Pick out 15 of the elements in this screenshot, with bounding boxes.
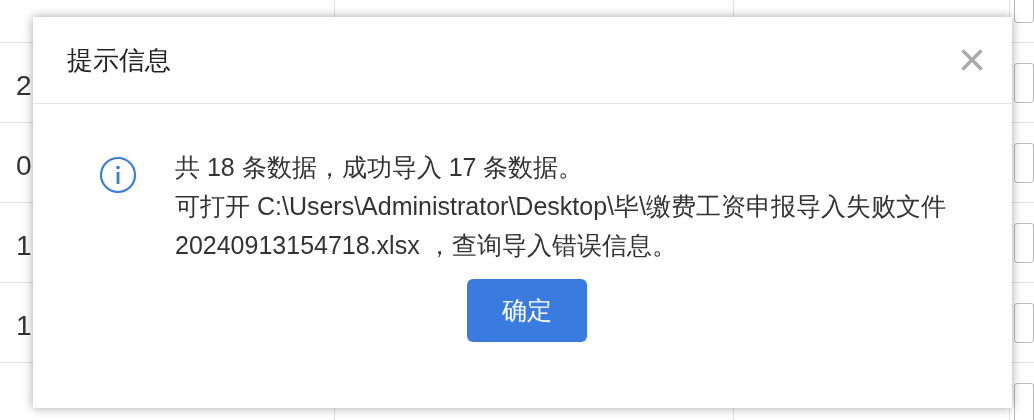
- row-action-button[interactable]: [1014, 62, 1034, 103]
- table-cell-text: 1: [16, 228, 32, 263]
- row-action-button[interactable]: [1014, 222, 1034, 263]
- message-text: 可打开 C:\Users\Administrator\Desktop\毕\缴费工资申报导入失败文件20240913154718.xlsx ，查询导入错误信息。: [175, 191, 947, 261]
- message-text: 共 18 条数据，成功导入 17 条数据。: [175, 152, 585, 183]
- dialog-title: 提示信息: [67, 43, 171, 77]
- close-button[interactable]: ×: [957, 36, 986, 84]
- table-cell-text: 0: [16, 148, 32, 183]
- confirm-button[interactable]: 确定: [466, 279, 587, 342]
- row-action-button[interactable]: [1014, 142, 1034, 183]
- row-action-button[interactable]: [1014, 382, 1034, 420]
- table-cell-text: 2: [16, 68, 32, 103]
- row-action-button[interactable]: [1014, 302, 1034, 343]
- info-icon: [99, 156, 137, 194]
- table-cell-text: 1: [16, 308, 32, 343]
